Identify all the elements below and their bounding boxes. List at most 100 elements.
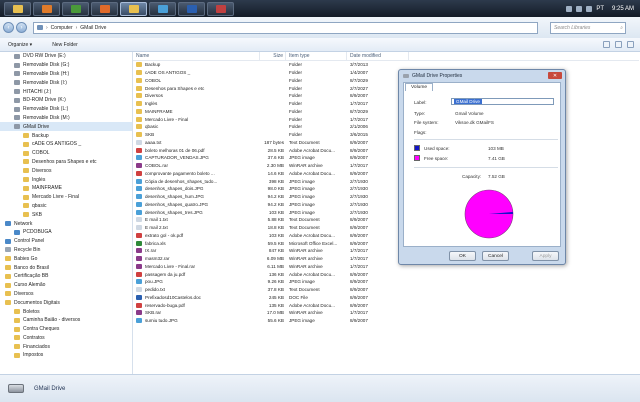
- file-name-cell: boleto melhoras 01 de 06.pdf: [133, 147, 260, 153]
- file-row[interactable]: Backup Folder 3/7/2013: [133, 61, 639, 69]
- nav-item[interactable]: Control Panel: [0, 237, 132, 246]
- file-name: pedido.txt: [145, 287, 165, 293]
- organize-button[interactable]: Organize ▾: [8, 42, 32, 48]
- nav-item[interactable]: Curso Alemão: [0, 281, 132, 290]
- cancel-button[interactable]: Cancel: [482, 251, 509, 261]
- back-button[interactable]: ‹: [3, 22, 14, 33]
- nav-item[interactable]: Banco do Brasil: [0, 263, 132, 272]
- taskbar-button[interactable]: [33, 1, 60, 16]
- column-header-name[interactable]: Name: [133, 51, 260, 61]
- nav-item[interactable]: DVD RW Drive (E:): [0, 52, 132, 61]
- taskbar-button[interactable]: [149, 1, 176, 16]
- file-size: 17.0 MB: [266, 310, 284, 316]
- ok-button[interactable]: OK: [449, 251, 476, 261]
- nav-item-label: PCDOBUGA: [23, 229, 52, 236]
- taskbar-button[interactable]: [207, 1, 234, 16]
- file-name-cell: comprovante pagamento boleto ...: [133, 170, 260, 176]
- file-size: 2.30 MB: [266, 163, 284, 169]
- nav-item[interactable]: Documentos Digitais: [0, 298, 132, 307]
- taskbar-button[interactable]: [4, 1, 31, 16]
- file-row[interactable]: SKB.rar 17.0 MB WinRAR archive 1/7/2017: [133, 309, 639, 317]
- tray-flag-icon[interactable]: [586, 5, 593, 12]
- nav-item[interactable]: Financiados: [0, 342, 132, 351]
- nav-item[interactable]: Contratos: [0, 334, 132, 343]
- file-name-cell: Mercado Livre - Final: [133, 116, 260, 122]
- nav-item[interactable]: Network: [0, 219, 132, 228]
- file-row[interactable]: reservado-buga.pdf 135 KB Adobe Acrobat Do…: [133, 301, 639, 309]
- nav-item[interactable]: SKB: [0, 210, 132, 219]
- new-folder-button[interactable]: New Folder: [52, 42, 78, 48]
- dialog-title-bar[interactable]: GMail Drive Properties: [399, 70, 565, 81]
- file-type: JPEG image: [289, 201, 315, 207]
- breadcrumb-computer[interactable]: Computer: [51, 25, 73, 31]
- tray-network-icon[interactable]: [566, 5, 573, 12]
- taskbar-button[interactable]: [120, 1, 147, 16]
- tab-volume[interactable]: Volume: [405, 83, 433, 91]
- nav-item[interactable]: Removable Disk (M:): [0, 114, 132, 123]
- nav-item[interactable]: qbasic: [0, 202, 132, 211]
- nav-item[interactable]: Mercado Livre - Final: [0, 193, 132, 202]
- image-file-icon: [136, 178, 142, 184]
- file-size: 98.0 KB: [267, 186, 284, 192]
- column-header-date[interactable]: Date modified: [347, 51, 409, 61]
- nav-item-label: DVD RW Drive (E:): [23, 53, 66, 60]
- close-button[interactable]: ✕: [548, 72, 562, 79]
- input-language[interactable]: PT: [596, 6, 604, 12]
- file-type: Folder: [289, 108, 303, 114]
- nav-item[interactable]: Babies Go: [0, 254, 132, 263]
- nav-item[interactable]: Removable Disk (H:): [0, 70, 132, 79]
- nav-item[interactable]: Diversos: [0, 166, 132, 175]
- nav-item[interactable]: GMail Drive: [0, 122, 132, 132]
- nav-item[interactable]: Diversos: [0, 290, 132, 299]
- folder-icon: [128, 4, 139, 13]
- nav-item[interactable]: Removable Disk (I:): [0, 78, 132, 87]
- nav-item[interactable]: COBOL: [0, 149, 132, 158]
- file-size: 59.5 KB: [267, 240, 284, 246]
- column-header-type[interactable]: Item type: [286, 51, 347, 61]
- column-header-size[interactable]: Size: [260, 51, 286, 61]
- file-name-cell: SKB: [133, 132, 260, 138]
- taskbar-button[interactable]: [62, 1, 89, 16]
- taskbar-button[interactable]: [178, 1, 205, 16]
- views-icon[interactable]: [603, 41, 610, 48]
- nav-item[interactable]: Inglės: [0, 175, 132, 184]
- forward-button[interactable]: ›: [16, 22, 27, 33]
- nav-item[interactable]: Desenhos para Shapes e etc: [0, 158, 132, 167]
- disk-usage-pie: [464, 189, 514, 239]
- search-input[interactable]: Search Libraries ⌕: [550, 21, 626, 34]
- file-row[interactable]: sumiu tudo.JPG 55.6 KB JPEG image 8/9/2007: [133, 317, 639, 325]
- file-row[interactable]: Prefixadosd10Castelos.doc 245 KB DOC File 8…: [133, 294, 639, 302]
- nav-item[interactable]: Caminha Baião - diversos: [0, 316, 132, 325]
- file-row[interactable]: pou.JPG 9.26 KB JPEG image 8/9/2007: [133, 278, 639, 286]
- file-name-cell: desenhos_shapes_quatro.JPG: [133, 201, 260, 207]
- clock[interactable]: 9:25 AM: [612, 6, 634, 12]
- label-field[interactable]: GMail Drive: [451, 98, 554, 105]
- file-name-cell: MAINFRAME: [133, 108, 260, 114]
- nav-item[interactable]: Boletos: [0, 307, 132, 316]
- nav-item-label: Contratos: [23, 334, 45, 341]
- nav-item[interactable]: Contra Cheques: [0, 325, 132, 334]
- file-row[interactable]: passagem da ju.pdf 136 KB Adobe Acrobat Do…: [133, 270, 639, 278]
- apply-button[interactable]: Apply: [532, 251, 559, 261]
- nav-item[interactable]: HITACHI (J:): [0, 87, 132, 96]
- nav-item[interactable]: Backup: [0, 131, 132, 140]
- nav-item[interactable]: PCDOBUGA: [0, 228, 132, 237]
- taskbar-button[interactable]: [91, 1, 118, 16]
- nav-item[interactable]: Removable Disk (L:): [0, 105, 132, 114]
- file-size: 135 KB: [268, 302, 284, 308]
- nav-item[interactable]: BD-ROM Drive (K:): [0, 96, 132, 105]
- nav-item[interactable]: MAINFRAME: [0, 184, 132, 193]
- tray-volume-icon[interactable]: [576, 5, 583, 12]
- file-name: IX.rar: [145, 248, 157, 254]
- file-row[interactable]: pedido.txt 37.8 KB Text Document 8/9/2007: [133, 286, 639, 294]
- preview-pane-icon[interactable]: [615, 41, 622, 48]
- help-icon[interactable]: [627, 41, 634, 48]
- nav-item[interactable]: Impostos: [0, 351, 132, 360]
- nav-item[interactable]: Removable Disk (G:): [0, 61, 132, 70]
- nav-item[interactable]: Certificação BB: [0, 272, 132, 281]
- nav-item[interactable]: cADE OS ANTIGOS _: [0, 140, 132, 149]
- nav-item[interactable]: Recycle Bin: [0, 246, 132, 255]
- address-bar[interactable]: › Computer › GMail Drive: [33, 21, 538, 34]
- breadcrumb-gmail-drive[interactable]: GMail Drive: [80, 25, 106, 31]
- address-bar-row: ‹ › › Computer › GMail Drive Search Libr…: [0, 17, 640, 38]
